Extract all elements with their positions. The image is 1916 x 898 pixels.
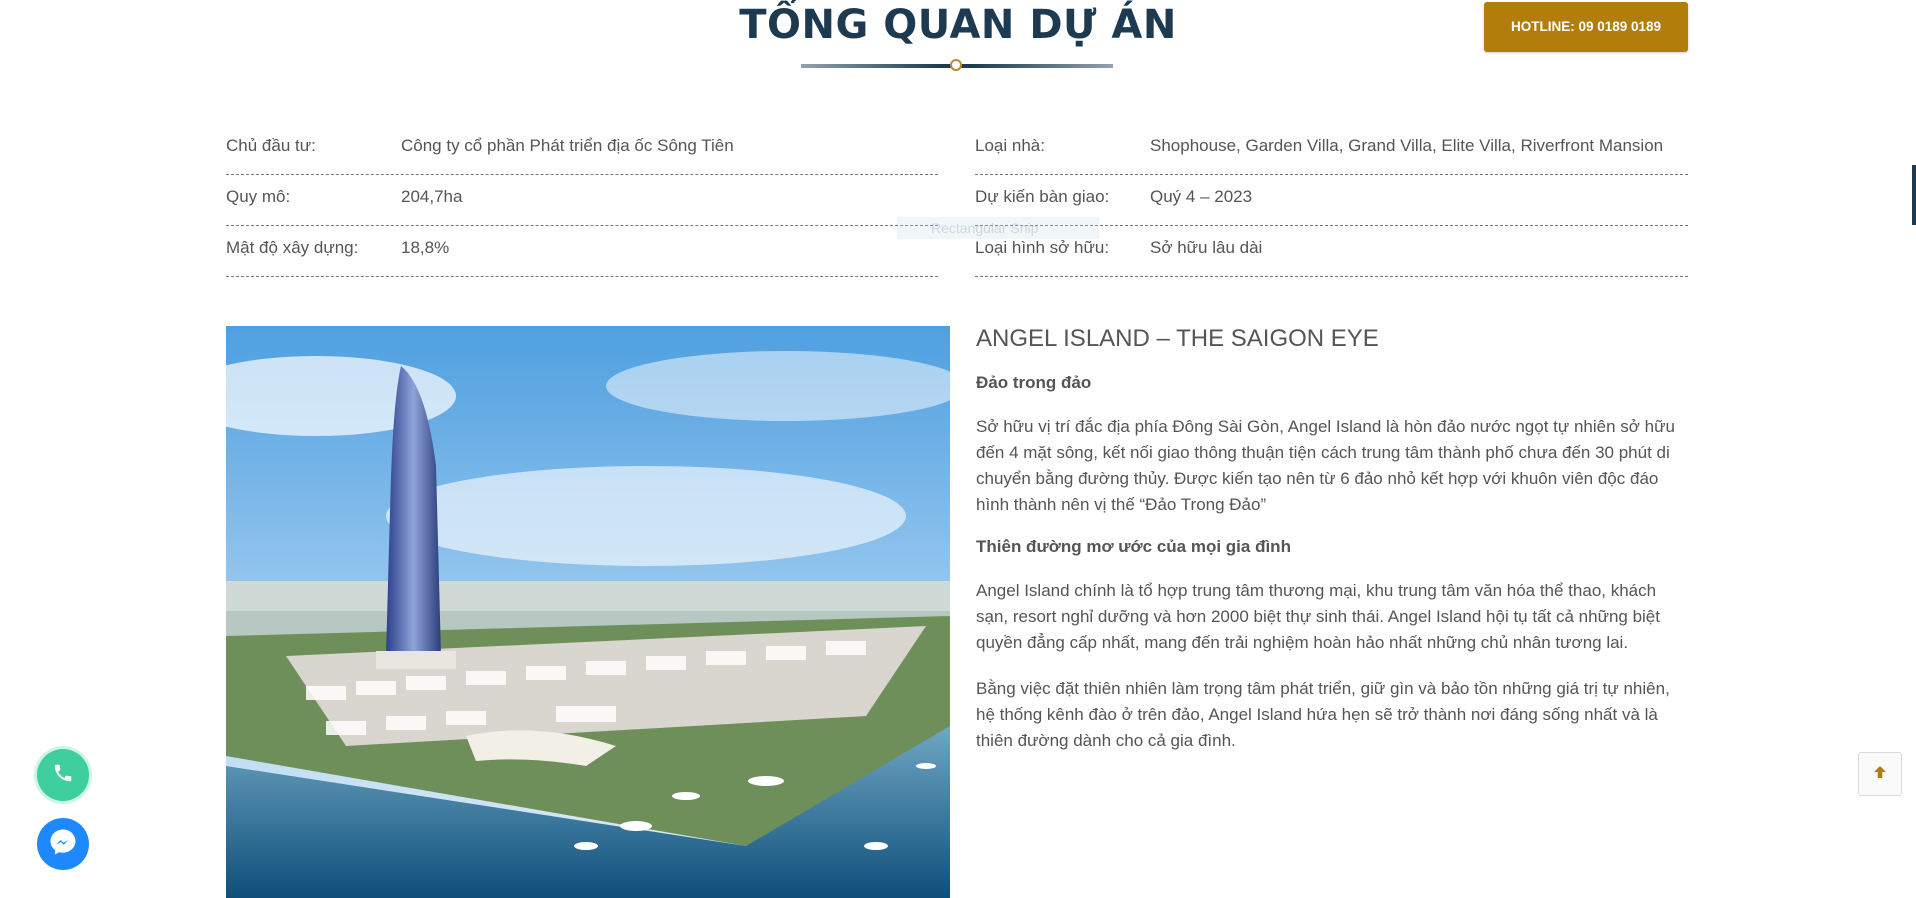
overview-label: Quy mô: [226,187,291,206]
messenger-button[interactable] [37,818,89,870]
overview-value: 18,8% [401,238,450,257]
overview-value: 204,7ha [401,187,463,206]
article-subheading: Đảo trong đảo [976,373,1092,392]
overview-label: Loại nhà: [975,136,1045,155]
arrow-up-icon [1871,763,1889,786]
overview-right-column: Loại nhà: Shophouse, Garden Villa, Grand… [975,126,1688,279]
overview-value: Quý 4 – 2023 [1150,187,1253,206]
page-edge-strip [1912,165,1916,225]
article: ANGEL ISLAND – THE SAIGON EYE Đảo trong … [976,324,1688,754]
rectangular-snip-overlay: Rectangular Snip [897,217,1099,239]
scroll-top-button[interactable] [1858,752,1902,796]
phone-icon [52,762,74,789]
overview-label: Mật độ xây dựng: [226,238,359,257]
overview-label: Loại hình sở hữu: [975,238,1110,257]
messenger-icon [48,827,78,862]
article-subheading: Thiên đường mơ ước của mọi gia đình [976,537,1291,556]
overview-label: Dự kiến bàn giao: [975,187,1110,206]
overview-value: Shophouse, Garden Villa, Grand Villa, El… [1150,136,1664,155]
project-aerial-image [226,326,950,898]
article-heading: ANGEL ISLAND – THE SAIGON EYE [976,325,1379,352]
title-divider-dot [950,59,962,71]
phone-button[interactable] [37,749,89,801]
overview-row: Mật độ xây dựng: 18,8% [226,228,938,277]
article-paragraph: Bằng việc đặt thiên nhiên làm trọng tâm … [976,679,1670,750]
overview-row: Loại nhà: Shophouse, Garden Villa, Grand… [975,126,1688,175]
article-paragraph: Sở hữu vị trí đắc địa phía Đông Sài Gòn,… [976,417,1675,514]
overview-left-column: Chủ đầu tư: Công ty cổ phần Phát triển đ… [226,126,938,279]
overview-row: Chủ đầu tư: Công ty cổ phần Phát triển đ… [226,126,938,175]
overview-value: Sở hữu lâu dài [1150,238,1263,257]
overview-value: Công ty cổ phần Phát triển địa ốc Sông T… [401,136,734,155]
overview-row: Quy mô: 204,7ha [226,177,938,226]
hotline-button[interactable]: HOTLINE: 09 0189 0189 [1484,2,1688,52]
article-paragraph: Angel Island chính là tổ hợp trung tâm t… [976,581,1660,652]
overview-label: Chủ đầu tư: [226,136,316,155]
